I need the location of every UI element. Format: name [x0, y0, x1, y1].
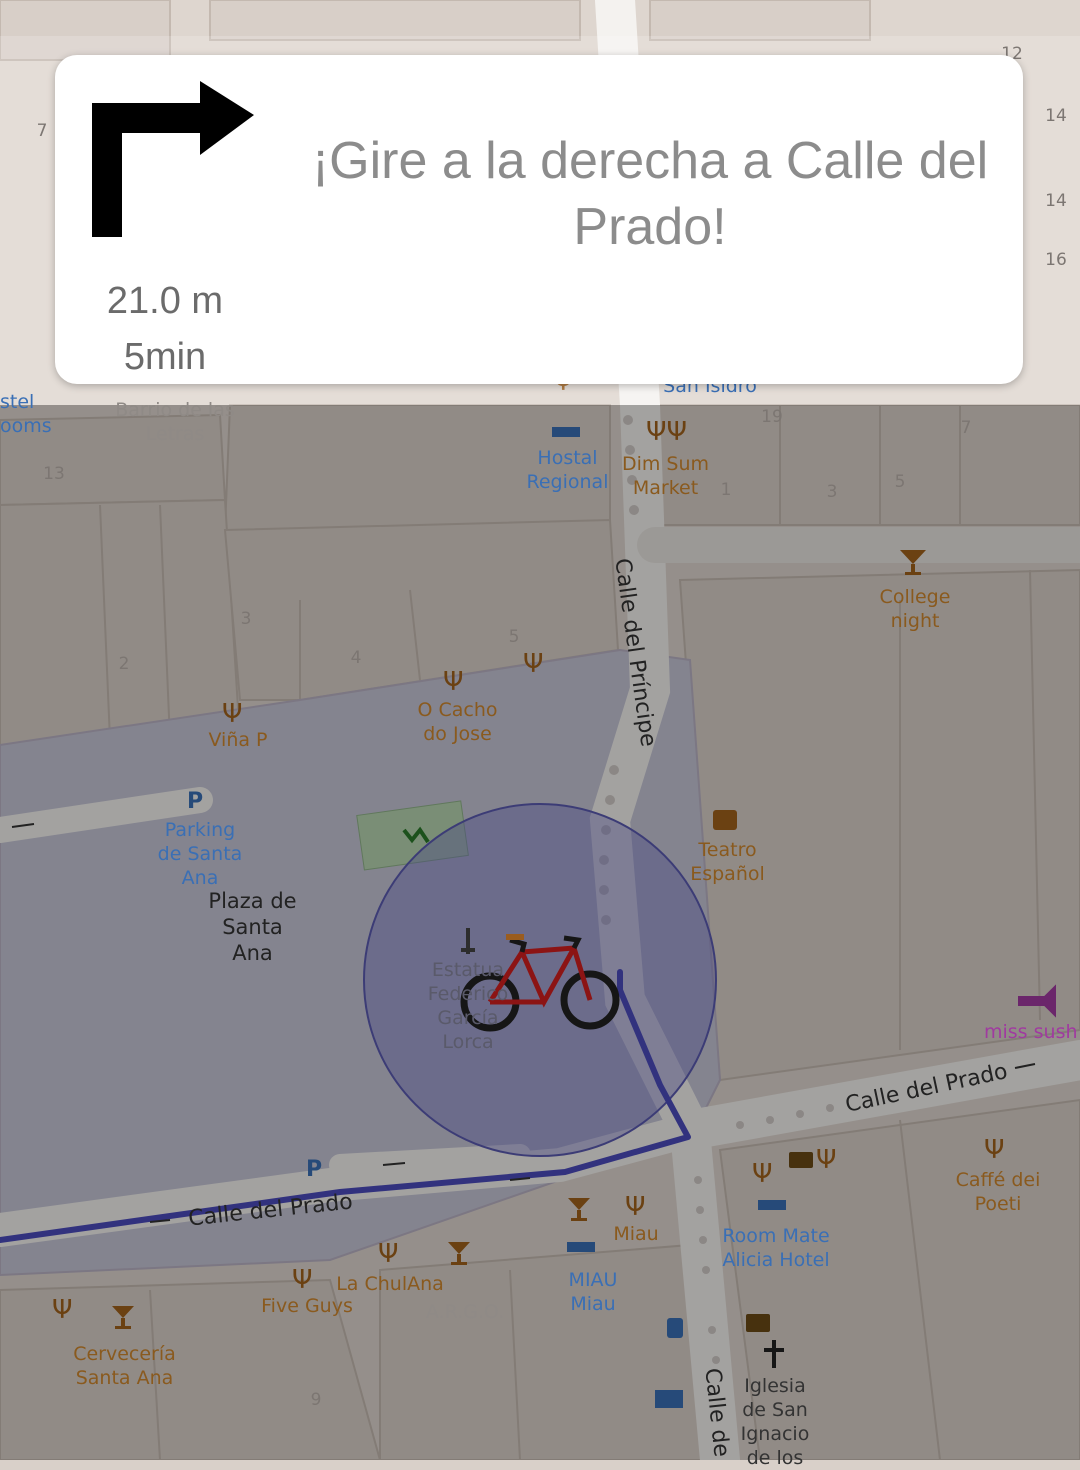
house-number: 4	[350, 648, 362, 668]
house-number: 14	[1045, 106, 1067, 126]
instruction-text: ¡Gire a la derecha a Calle del Prado!	[311, 132, 989, 256]
poi-teatro[interactable]: Teatro Español	[680, 838, 775, 886]
poi-cacho[interactable]: O Cacho do Jose	[410, 698, 505, 746]
poi-estatua[interactable]: Estatua Federico García Lorca	[422, 958, 514, 1054]
svg-text:Ψ: Ψ	[222, 699, 242, 729]
house-number: 3	[240, 609, 252, 629]
house-number: 16	[1045, 250, 1067, 270]
svg-text:Ψ: Ψ	[292, 1265, 312, 1295]
poi-miau-2[interactable]: MIAU Miau	[548, 1268, 638, 1316]
time-remaining: 5min	[123, 336, 207, 378]
house-number: 7	[960, 418, 972, 438]
house-number: 2	[118, 654, 130, 674]
house-number: 19	[761, 407, 783, 427]
poi-vina[interactable]: Viña P	[198, 728, 278, 752]
poi-miau[interactable]: Miau	[606, 1222, 666, 1246]
poi-chulana[interactable]: La ChulAna	[330, 1272, 450, 1296]
poi-miss-sushi[interactable]: miss sush	[984, 1020, 1080, 1044]
square-label: Plaza de Santa Ana	[208, 889, 297, 965]
accuracy-circle	[363, 803, 717, 1157]
svg-text:P: P	[306, 1157, 322, 1182]
house-number: 5	[894, 472, 906, 492]
poi-five-guys[interactable]: Five Guys	[252, 1294, 362, 1318]
poi-iglesia[interactable]: Iglesia de San Ignacio de los	[730, 1374, 820, 1470]
distance-to-turn: 21.0 m	[106, 280, 224, 322]
poi-college-night[interactable]: College night	[860, 585, 970, 633]
svg-text:Ψ: Ψ	[625, 1192, 645, 1222]
poi-hostal-regional[interactable]: Hostal Regional	[520, 446, 615, 494]
house-number: 3	[826, 482, 838, 502]
house-number: 13	[43, 464, 65, 484]
turn-right-arrow-icon	[92, 81, 254, 237]
svg-text:Ψ: Ψ	[443, 667, 463, 697]
svg-text:Ψ: Ψ	[378, 1239, 398, 1269]
svg-text:P: P	[187, 789, 203, 814]
svg-text:ΨΨ: ΨΨ	[646, 417, 687, 447]
poi-hostel-fragment: stel	[0, 391, 35, 413]
area-label: Barrio de las Letras	[115, 399, 235, 445]
house-number: 9	[310, 1390, 322, 1410]
house-number: 7	[36, 121, 48, 141]
svg-text:Ψ: Ψ	[523, 649, 543, 679]
poi-argo[interactable]: A.R.G.O.	[420, 1300, 510, 1324]
poi-dim-sum[interactable]: Dim Sum Market	[618, 452, 713, 500]
house-number: 14	[1045, 191, 1067, 211]
poi-cerveceria[interactable]: Cervecería Santa Ana	[62, 1342, 187, 1390]
poi-parking[interactable]: Parking de Santa Ana	[150, 818, 250, 890]
svg-text:Ψ: Ψ	[984, 1135, 1004, 1165]
svg-text:Ψ: Ψ	[52, 1295, 72, 1325]
poi-caffe[interactable]: Caffé dei Poeti	[948, 1168, 1048, 1216]
poi-rooms-fragment: ooms	[0, 415, 52, 437]
poi-room-mate[interactable]: Room Mate Alicia Hotel	[720, 1224, 832, 1272]
house-number: 5	[508, 627, 520, 647]
svg-text:Ψ: Ψ	[816, 1145, 836, 1175]
svg-text:Ψ: Ψ	[752, 1159, 772, 1189]
house-number: 1	[720, 480, 732, 500]
